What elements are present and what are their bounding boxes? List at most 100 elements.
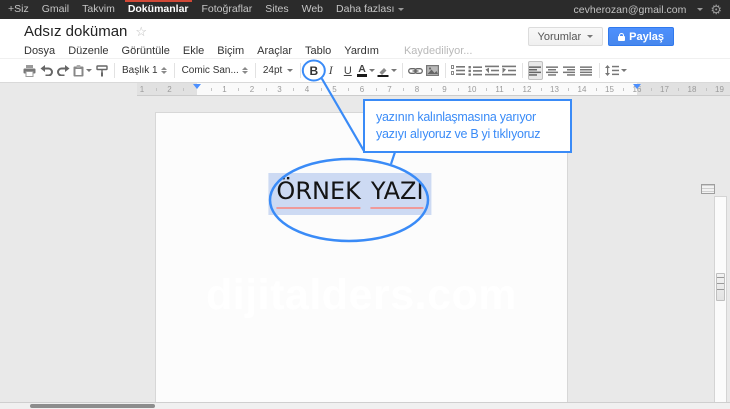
ruler-number: 3 <box>277 85 282 94</box>
ruler-tick <box>155 88 157 91</box>
document-header: Adsız doküman ☆ Dosya Düzenle Görüntüle Ekl… <box>0 19 730 58</box>
font-size-select[interactable]: 24pt <box>260 65 296 76</box>
toolbar-separator <box>114 63 115 78</box>
undo-button[interactable] <box>39 61 54 80</box>
callout-line: yazının kalınlaşmasına yarıyor <box>376 110 536 124</box>
undo-icon <box>40 65 53 76</box>
paragraph-style-select[interactable]: Başlık 1 <box>119 65 170 76</box>
redo-button[interactable] <box>56 61 71 80</box>
gear-icon[interactable]: ⚙ <box>710 3 722 16</box>
menu-dzenle[interactable]: Düzenle <box>68 45 108 57</box>
right-indent-marker[interactable] <box>633 84 641 89</box>
ruler-number: 15 <box>605 85 614 94</box>
left-indent-marker[interactable] <box>193 84 201 89</box>
horizontal-scrollbar-thumb[interactable] <box>30 404 155 408</box>
increase-indent-button[interactable] <box>502 61 517 80</box>
ruler-number: 14 <box>577 85 587 94</box>
redo-icon <box>57 65 70 76</box>
paste-button[interactable] <box>73 61 92 80</box>
paste-chevron-down-icon <box>86 69 92 72</box>
ruler-number: 2 <box>249 85 255 94</box>
line-spacing-chevron-down-icon <box>620 69 627 72</box>
ruler-number: 7 <box>387 85 392 94</box>
ruler-tick <box>265 88 267 91</box>
document-page[interactable]: dijitalders.com ÖRNEK YAZI <box>155 112 568 409</box>
bold-button[interactable]: B <box>306 61 321 80</box>
formatting-toolbar: Başlık 1 Comic San... 24pt B I U A <box>0 58 730 83</box>
menu-grntle[interactable]: Görüntüle <box>122 45 170 57</box>
menu-aralar[interactable]: Araçlar <box>257 45 292 57</box>
share-button[interactable]: Paylaş <box>608 27 674 46</box>
ruler-tick <box>348 88 350 91</box>
page-title[interactable]: Adsız doküman <box>24 23 127 40</box>
text-color-button[interactable]: A <box>357 61 375 80</box>
menu-tablo[interactable]: Tablo <box>305 45 331 57</box>
topnav-item-dokmanlar[interactable]: Dokümanlar <box>124 0 192 19</box>
menu-ekle[interactable]: Ekle <box>183 45 204 57</box>
selected-word: YAZI <box>370 177 424 209</box>
top-nav-links: +Siz Gmail Takvim Dokümanlar Fotoğraflar Site… <box>8 0 417 19</box>
italic-button[interactable]: I <box>323 61 338 80</box>
ruler-number: 10 <box>467 85 477 94</box>
callout-line: yazıyı alıyoruz ve B yi tıklıyoruz <box>376 127 541 141</box>
topnav-item-web[interactable]: Web <box>302 0 323 19</box>
align-right-button[interactable] <box>562 61 577 80</box>
justify-button[interactable] <box>579 61 594 80</box>
ruler-number: 9 <box>442 85 447 94</box>
underline-button[interactable]: U <box>340 61 355 80</box>
insert-link-button[interactable] <box>407 61 423 80</box>
vertical-scrollbar-thumb[interactable] <box>716 273 725 301</box>
print-icon <box>23 64 36 77</box>
decrease-indent-button[interactable] <box>485 61 500 80</box>
ruler-number: 18 <box>687 85 697 94</box>
vertical-scrollbar[interactable] <box>714 196 727 409</box>
text-color-chevron-down-icon <box>368 69 375 72</box>
align-right-icon <box>563 65 576 76</box>
align-left-button[interactable] <box>527 61 543 80</box>
selected-text[interactable]: ÖRNEK YAZI <box>268 173 432 215</box>
font-family-select[interactable]: Comic San... <box>179 65 251 76</box>
topnav-item-sites[interactable]: Sites <box>265 0 288 19</box>
print-button[interactable] <box>22 61 37 80</box>
horizontal-scrollbar[interactable] <box>0 402 730 409</box>
paint-format-button[interactable] <box>94 61 109 80</box>
topnav-item-fotoraflar[interactable]: Fotoğraflar <box>202 0 253 19</box>
topnav-item-takvim[interactable]: Takvim <box>82 0 115 19</box>
ruler-number: 5 <box>332 85 337 94</box>
header-buttons: Yorumlar Paylaş <box>527 27 674 46</box>
ruler-number: 1 <box>139 85 145 94</box>
menu-bar: Dosya Düzenle Görüntüle Ekle Biçim Araçlar Tab… <box>24 45 472 57</box>
menu-dosya[interactable]: Dosya <box>24 45 55 57</box>
align-center-button[interactable] <box>545 61 560 80</box>
watermark-text: dijitalders.com <box>206 271 517 319</box>
toolbar-separator <box>173 63 175 78</box>
topnav-item-siz[interactable]: +Siz <box>8 0 29 19</box>
text-color-icon: A <box>357 63 367 77</box>
menu-yardm[interactable]: Yardım <box>344 45 379 57</box>
star-icon[interactable]: ☆ <box>135 24 147 40</box>
compact-controls-icon[interactable] <box>701 184 715 194</box>
ruler-number: 12 <box>522 85 532 94</box>
increase-indent-icon <box>502 65 517 76</box>
ruler-number: 17 <box>660 85 669 94</box>
bulleted-list-button[interactable] <box>468 61 483 80</box>
toolbar-separator <box>254 63 256 78</box>
menu-biim[interactable]: Biçim <box>217 45 244 57</box>
comments-button[interactable]: Yorumlar <box>527 27 604 46</box>
account-email[interactable]: cevherozan@gmail.com <box>574 4 687 16</box>
decrease-indent-icon <box>485 65 500 76</box>
ruler-number: 8 <box>414 85 420 94</box>
line-spacing-button[interactable] <box>604 61 627 80</box>
numbered-list-button[interactable] <box>451 61 466 80</box>
account-chevron-down-icon[interactable] <box>697 8 704 11</box>
topnav-item-dahafazlas[interactable]: Daha fazlası <box>336 0 405 19</box>
ruler-number: 2 <box>167 85 172 94</box>
topnav-item-gmail[interactable]: Gmail <box>42 0 69 19</box>
ruler[interactable]: 2 1 1 2 3 4 5 6 7 8 9 10 11 12 13 14 15 16 17 18 19 <box>0 83 730 96</box>
fill-color-icon <box>377 67 389 77</box>
paint-format-icon <box>95 64 108 76</box>
ruler-number: 4 <box>304 85 310 94</box>
insert-image-button[interactable] <box>425 61 440 80</box>
fill-color-button[interactable] <box>377 61 397 80</box>
ruler-tick <box>650 88 652 91</box>
